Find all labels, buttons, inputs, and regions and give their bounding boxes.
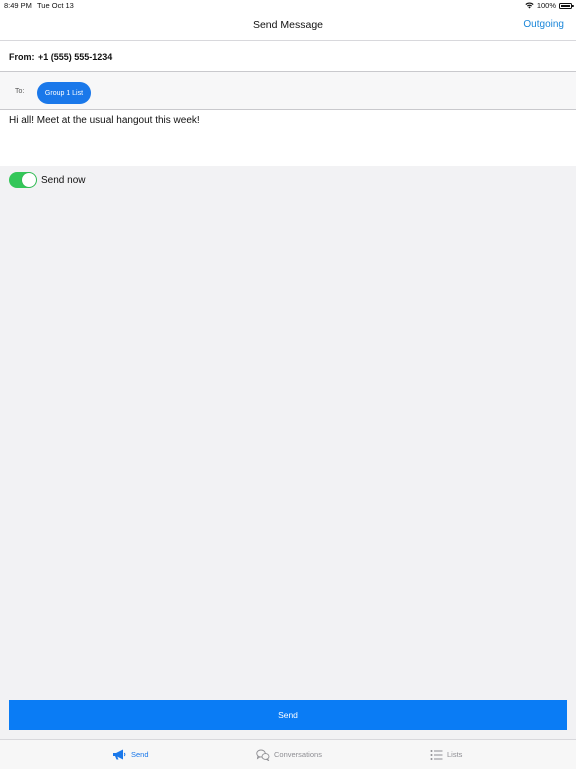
to-label: To: [15, 88, 25, 95]
outgoing-button[interactable]: Outgoing [523, 19, 564, 30]
from-label: From: [9, 52, 35, 62]
tab-send-label: Send [131, 750, 149, 759]
page-title: Send Message [252, 19, 324, 31]
message-text-area[interactable]: Hi all! Meet at the usual hangout this w… [0, 110, 576, 166]
from-row: From: +1 (555) 555-1234 [0, 41, 576, 72]
megaphone-icon [112, 749, 127, 760]
tab-lists-label: Lists [447, 750, 463, 759]
send-now-label: Send now [41, 174, 86, 186]
from-number: +1 (555) 555-1234 [38, 52, 113, 62]
status-date: Tue Oct 13 [37, 1, 74, 10]
send-now-row: Send now [9, 171, 85, 189]
tab-send[interactable]: Send [112, 740, 149, 769]
navigation-bar: Send Message Outgoing [0, 12, 576, 41]
wifi-icon [525, 2, 534, 9]
toggle-knob [22, 173, 36, 187]
send-button[interactable]: Send [9, 700, 567, 730]
tab-lists[interactable]: Lists [430, 740, 462, 769]
recipient-chip-group-1-list[interactable]: Group 1 List [37, 82, 91, 104]
recipients-field[interactable]: To: Group 1 List [0, 72, 576, 110]
message-text: Hi all! Meet at the usual hangout this w… [9, 115, 200, 126]
send-now-toggle[interactable] [9, 172, 37, 188]
battery-percent: 100% [536, 1, 556, 10]
tab-bar: Send Conversations Lists [0, 739, 576, 769]
status-time: 8:49 PM [4, 1, 32, 10]
status-indicators: 100% [525, 1, 574, 10]
tab-conversations-label: Conversations [274, 750, 322, 759]
status-bar: 8:49 PM Tue Oct 13 100% [0, 0, 576, 12]
battery-icon [559, 2, 574, 9]
list-icon [430, 749, 443, 761]
send-button-label: Send [278, 710, 298, 720]
tab-conversations[interactable]: Conversations [256, 740, 322, 769]
chat-bubbles-icon [256, 749, 270, 761]
